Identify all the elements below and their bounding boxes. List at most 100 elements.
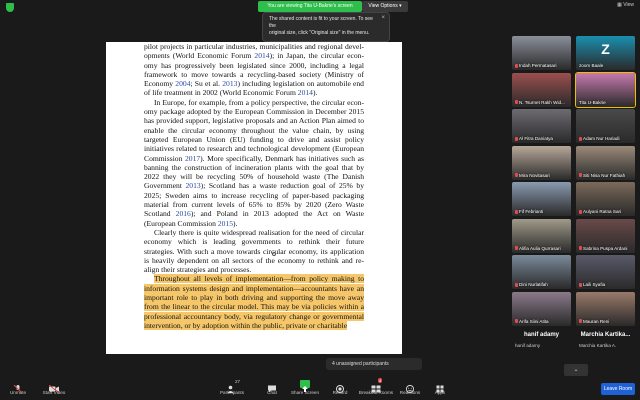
apps-icon [435, 380, 445, 393]
participant-name-label: Mira Novitasari [519, 172, 550, 178]
participant-tile[interactable]: Fif Febrianti [512, 182, 571, 216]
muted-mic-icon [515, 319, 518, 323]
citation: 2014 [254, 51, 270, 61]
participant-name-label: hanif adamy [515, 343, 541, 348]
participant-name-label: Fif Febrianti [519, 209, 544, 214]
participant-tile[interactable]: Tita U-Bakrie [575, 71, 636, 108]
chat-icon [267, 380, 277, 393]
participant-name-label: Siti Nisa Nur Fathiah [583, 172, 626, 178]
muted-mic-icon [515, 246, 518, 250]
participant-name-label: Alifia Aulia Qurrasari [519, 245, 561, 251]
muted-mic-icon [579, 282, 582, 287]
participant-name-only-tile[interactable]: Marchia Kartika... Marchia Kartika A. [576, 332, 635, 352]
participant-name: Aulyani Ratna Sari [579, 209, 621, 214]
participant-name-label: Adam Nur Hariadi [583, 136, 620, 141]
participant-name: Arifa Siini Atita [515, 319, 549, 324]
participant-display-name: Marchia Kartika... [580, 332, 631, 338]
microphone-muted-icon [13, 380, 23, 394]
breakout-badge: 4 [378, 378, 383, 383]
zoom-meeting-window: You are viewing Tita U-Bakrie's screen V… [0, 0, 640, 400]
participant-name-only-tile[interactable]: hanif adamy hanif adamy [512, 332, 571, 352]
participant-name-label: Aulyani Ratna Sari [583, 209, 622, 214]
muted-mic-icon [579, 246, 582, 250]
participant-name-label: Indah Permatasari [519, 63, 557, 68]
leave-room-button[interactable]: Leave Room [601, 383, 635, 395]
citation: 2004 [175, 79, 191, 89]
participant-name-label: Dini Nurlatifah [519, 282, 548, 287]
muted-mic-icon [515, 282, 518, 287]
participant-name: Laili Syafia [579, 282, 605, 287]
citation: 2013 [185, 181, 201, 191]
viewing-screen-banner: You are viewing Tita U-Bakrie's screen [258, 1, 362, 12]
highlighted-text: Throughout all levels of implementation—… [144, 274, 364, 330]
muted-mic-icon [579, 209, 582, 214]
share-screen-icon [300, 380, 310, 392]
participant-tile[interactable]: Al Fitra Daniatya [512, 109, 571, 143]
participant-tile[interactable]: Aulyani Ratna Sari [576, 182, 635, 216]
participants-button[interactable]: 27 Participants [214, 379, 250, 395]
mouse-cursor-icon [272, 252, 276, 256]
document-body: pilot projects in particular industries,… [144, 42, 364, 330]
participant-tile[interactable]: Mira Novitasari [512, 145, 571, 180]
shared-screen-document[interactable]: pilot projects in particular industries,… [106, 42, 402, 354]
muted-mic-icon [579, 319, 582, 323]
participant-name: Fif Febrianti [515, 209, 543, 214]
participant-name: Dini Nurlatifah [515, 282, 548, 287]
participant-name: Tita U-Bakrie [579, 100, 606, 105]
citation: 2015 [217, 218, 234, 228]
participant-name: Mauran Reni [579, 319, 609, 324]
participant-name-label: zoom Baale [579, 63, 604, 68]
participant-tile[interactable]: Dini Nurlatifah [512, 255, 571, 289]
participant-name: zoom Baale [579, 63, 603, 68]
paragraph-2: In Europe, for example, from a policy pe… [144, 97, 364, 228]
unassigned-participants-notice[interactable]: 4 unassigned participants [326, 358, 422, 370]
participant-tile[interactable]: Mauran Reni [576, 291, 635, 326]
share-screen-button[interactable]: Share Screen [287, 380, 323, 395]
record-button[interactable]: Record [322, 380, 358, 395]
participant-name: Indah Permatasari [515, 63, 557, 68]
start-video-button[interactable]: Start Video [36, 380, 72, 395]
participant-name-label: Mauran Reni [583, 318, 610, 324]
muted-mic-icon [515, 209, 518, 214]
view-label: View [623, 2, 634, 8]
participant-tile[interactable]: Indah Permatasari [512, 36, 571, 70]
participant-name: Adam Nur Hariadi [579, 136, 620, 141]
close-icon[interactable]: × [381, 15, 385, 21]
participant-tile[interactable]: Siti Nisa Nur Fathiah [576, 145, 635, 180]
tooltip-line-1: The shared content is fit to your screen… [269, 16, 373, 29]
participant-tile[interactable]: Zzoom Baale [576, 36, 635, 70]
participant-tile[interactable]: Alifia Aulia Qurrasari [512, 218, 571, 253]
participant-name: Siti Nisa Nur Fathiah [579, 173, 625, 178]
participant-name-label: N. Tsurnet Rakh Wid... [519, 99, 565, 105]
participant-name-label: Arifa Siini Atita [519, 318, 549, 324]
muted-mic-icon [515, 100, 518, 104]
participant-name-label: Al Fitra Daniatya [519, 136, 553, 141]
unmute-button[interactable]: Unmute [0, 380, 36, 395]
participant-name: Mira Novitasari [515, 173, 550, 178]
tooltip-line-2: original size, click "Original size" in … [269, 30, 370, 36]
participant-tile[interactable]: Sabrina Puspa Ardani [576, 218, 635, 253]
view-options-button[interactable]: View Options ▾ [362, 1, 408, 12]
view-button[interactable]: ▦ View [617, 2, 634, 8]
participant-name: N. Tsurnet Rakh Wid... [515, 100, 565, 105]
meeting-toolbar: Unmute Start Video 27 Participants Chat [0, 378, 640, 400]
citation: 2013 [222, 79, 238, 89]
citation: 2017 [184, 153, 201, 163]
security-shield-icon[interactable] [6, 3, 14, 12]
muted-mic-icon [515, 173, 518, 177]
muted-mic-icon [579, 173, 582, 177]
participant-name: Sabrina Puspa Ardani [579, 246, 627, 251]
breakout-rooms-icon: 4 [371, 378, 383, 393]
chevron-down-icon[interactable]: ⌄ [564, 364, 588, 376]
participant-tile[interactable]: Arifa Siini Atita [512, 291, 571, 326]
participant-name-label: Laili Syafia [583, 282, 606, 287]
participant-tile[interactable]: Adam Nur Hariadi [576, 109, 635, 143]
citation: 2014 [297, 88, 313, 98]
chat-button[interactable]: Chat [254, 380, 290, 395]
participant-tile[interactable]: N. Tsurnet Rakh Wid... [512, 72, 571, 107]
smiley-icon [405, 380, 415, 394]
participant-name-label: Sabrina Puspa Ardani [583, 245, 628, 251]
apps-button[interactable]: Apps [422, 380, 458, 395]
participant-tile[interactable]: Laili Syafia [576, 255, 635, 289]
breakout-rooms-button[interactable]: 4 Breakout Rooms [358, 378, 394, 395]
